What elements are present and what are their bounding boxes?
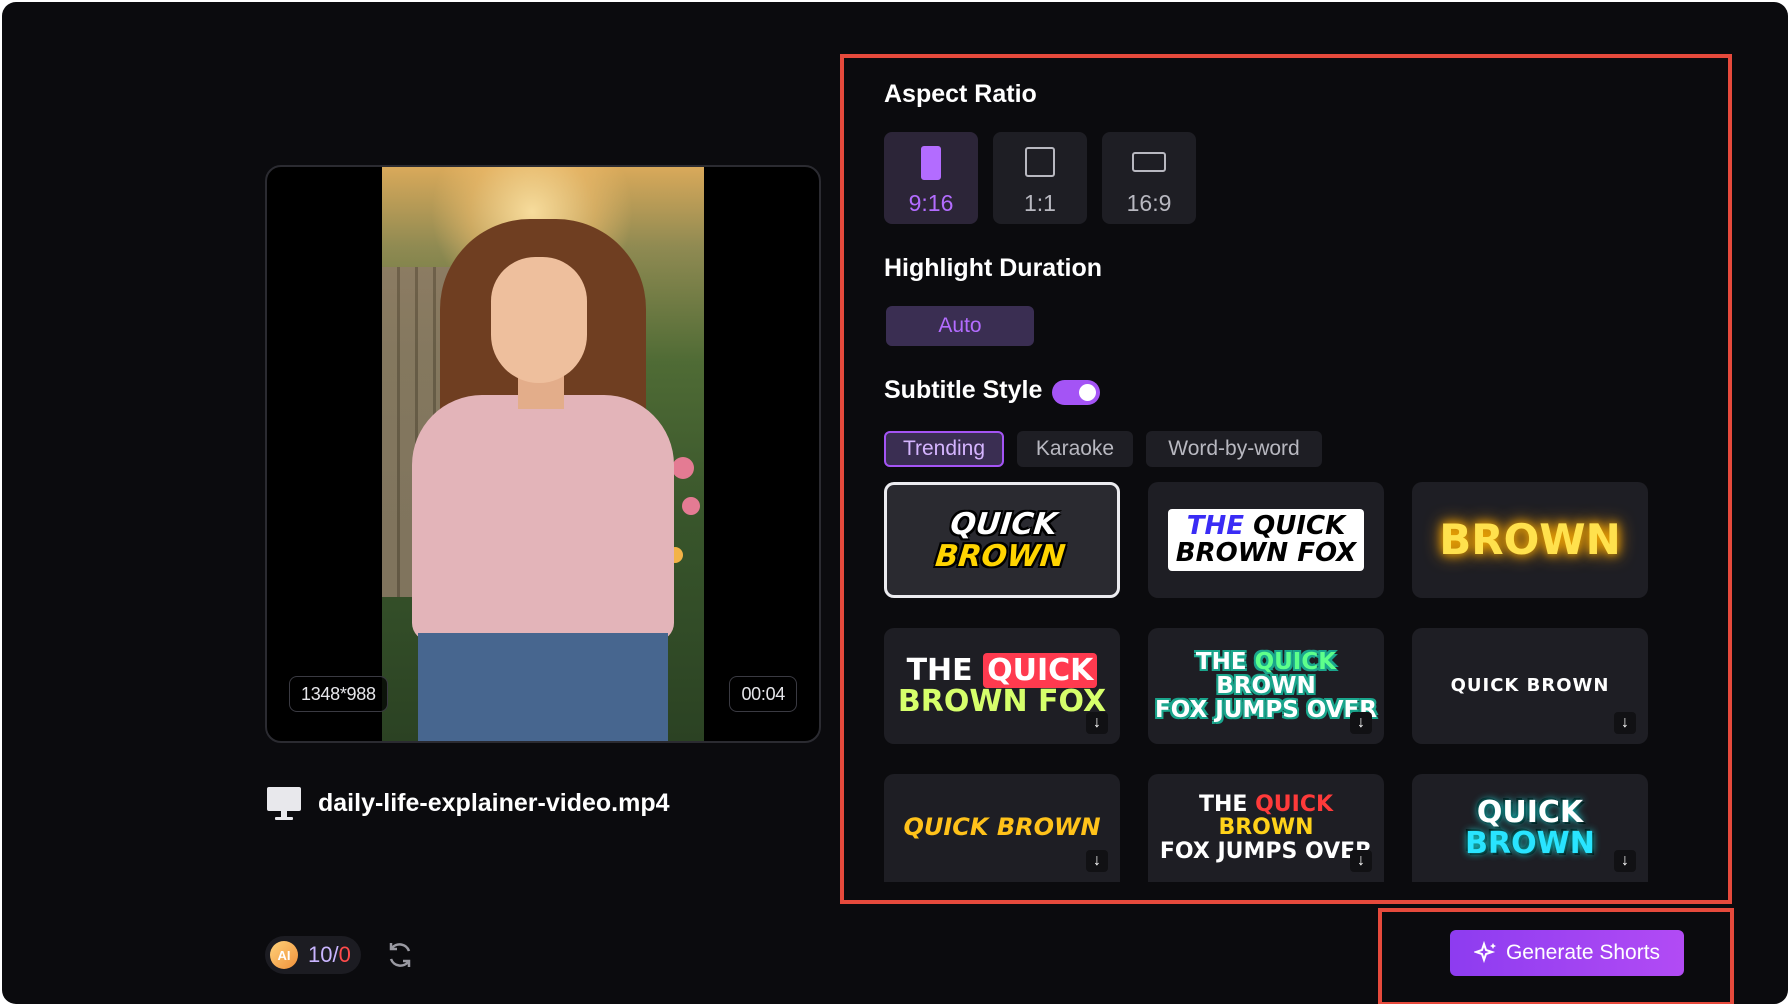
app-window: 1348*988 00:04 daily-life-explainer-vide… — [2, 2, 1788, 1004]
monitor-icon — [266, 784, 302, 822]
style-text: QUICK — [1254, 648, 1337, 675]
tab-word-by-word[interactable]: Word-by-word — [1146, 431, 1322, 467]
subtitle-toggle[interactable] — [1052, 380, 1100, 405]
download-icon[interactable]: ↓ — [1350, 712, 1372, 734]
style-text: QUICK BROWN — [1450, 674, 1610, 696]
style-text: QUICK BROWN — [903, 813, 1101, 842]
aspect-ratio-16-9[interactable]: 16:9 — [1102, 132, 1196, 224]
style-text: QUICK — [948, 506, 1059, 542]
refresh-icon[interactable] — [384, 939, 416, 971]
style-text: THE — [1186, 510, 1245, 541]
portrait-icon — [921, 146, 941, 180]
style-text: THE — [1195, 648, 1247, 675]
highlight-duration-title: Highlight Duration — [884, 254, 1103, 282]
ai-coin-icon: AI — [270, 941, 298, 969]
style-text: BROWN — [1218, 815, 1314, 841]
style-text: BROWN FOX — [897, 684, 1107, 719]
generate-shorts-button[interactable]: Generate Shorts — [1450, 930, 1684, 976]
subtitle-style-9[interactable]: QUICK BROWN ↓ — [1412, 774, 1648, 882]
subtitle-style-2[interactable]: THE QUICK BROWN FOX — [1148, 482, 1384, 598]
style-text: QUICK — [1476, 794, 1584, 830]
style-text: QUICK — [1255, 792, 1334, 818]
credits-used: 0 — [338, 942, 351, 967]
style-text: QUICK — [983, 652, 1098, 688]
subtitle-style-4[interactable]: THE QUICK BROWN FOX ↓ — [884, 628, 1120, 744]
style-text: BROWN — [1465, 826, 1595, 861]
download-icon[interactable]: ↓ — [1350, 850, 1372, 872]
duration-badge: 00:04 — [729, 676, 797, 712]
style-text: BROWN — [1216, 672, 1316, 699]
style-text: FOX JUMPS OVER — [1159, 838, 1373, 864]
subtitle-style-6[interactable]: QUICK BROWN ↓ — [1412, 628, 1648, 744]
video-thumbnail — [382, 167, 704, 741]
subtitle-style-3[interactable]: BROWN — [1412, 482, 1648, 598]
aspect-ratio-title: Aspect Ratio — [884, 80, 1037, 108]
resolution-badge: 1348*988 — [289, 676, 388, 712]
style-text: QUICK — [1253, 510, 1346, 541]
subtitle-style-7[interactable]: QUICK BROWN ↓ — [884, 774, 1120, 882]
tab-trending[interactable]: Trending — [884, 431, 1004, 467]
file-name: daily-life-explainer-video.mp4 — [318, 788, 670, 817]
credits-counter: AI 10 / 0 — [265, 936, 361, 974]
style-text: BROWN — [1439, 514, 1621, 564]
style-text: BROWN — [933, 538, 1068, 573]
aspect-ratio-9-16[interactable]: 9:16 — [884, 132, 978, 224]
style-text: THE — [906, 652, 973, 688]
landscape-icon — [1132, 152, 1166, 172]
style-text: FOX JUMPS OVER — [1155, 697, 1377, 724]
aspect-ratio-1-1[interactable]: 1:1 — [993, 132, 1087, 224]
video-preview[interactable]: 1348*988 00:04 — [265, 165, 821, 743]
subtitle-style-1[interactable]: QUICK BROWN — [884, 482, 1120, 598]
duration-auto-button[interactable]: Auto — [886, 306, 1034, 346]
subtitle-style-8[interactable]: THE QUICK BROWN FOX JUMPS OVER ↓ — [1148, 774, 1384, 882]
subtitle-style-title: Subtitle Style — [884, 376, 1043, 404]
download-icon[interactable]: ↓ — [1614, 712, 1636, 734]
style-text: THE — [1198, 792, 1248, 818]
file-info: daily-life-explainer-video.mp4 — [266, 781, 670, 825]
sparkle-icon — [1473, 941, 1496, 964]
download-icon[interactable]: ↓ — [1086, 712, 1108, 734]
style-text: BROWN FOX — [1175, 538, 1357, 568]
tab-karaoke[interactable]: Karaoke — [1017, 431, 1133, 467]
credits-remaining: 10 — [308, 942, 333, 967]
download-icon[interactable]: ↓ — [1614, 850, 1636, 872]
square-icon — [1025, 147, 1055, 177]
generate-label: Generate Shorts — [1505, 941, 1661, 964]
download-icon[interactable]: ↓ — [1086, 850, 1108, 872]
subtitle-style-5[interactable]: THE QUICK BROWN FOX JUMPS OVER ↓ — [1148, 628, 1384, 744]
